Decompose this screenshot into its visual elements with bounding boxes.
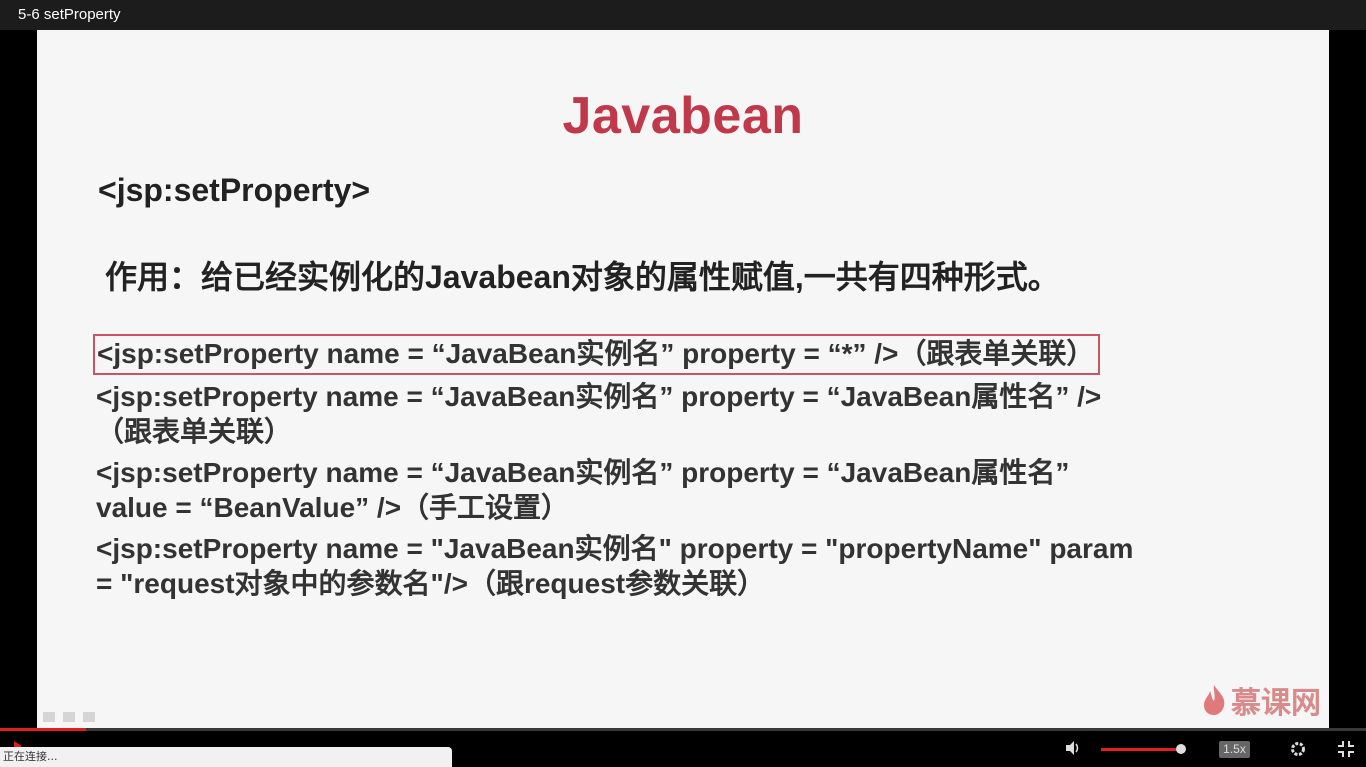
form-item-3: <jsp:setProperty name = “JavaBean实例名” pr… (96, 455, 1296, 525)
volume-knob[interactable] (1176, 744, 1187, 754)
form-4-line-2: = "request对象中的参数名"/>（跟request参数关联） (96, 568, 766, 599)
form-1-line-1: <jsp:setProperty name = “JavaBean实例名” pr… (97, 338, 1095, 369)
playback-speed-button[interactable]: 1.5x (1219, 741, 1250, 758)
gear-icon[interactable] (1289, 740, 1307, 758)
slide-purpose: 作用：给已经实例化的Javabean对象的属性赋值,一共有四种形式。 (105, 259, 1060, 295)
forms-list: <jsp:setProperty name = “JavaBean实例名” pr… (93, 334, 1296, 601)
form-item-4: <jsp:setProperty name = "JavaBean实例名" pr… (96, 531, 1296, 601)
slide-tool-icon (63, 712, 75, 722)
slide-title: Javabean (562, 87, 804, 145)
slide-heading: <jsp:setProperty> (98, 172, 371, 208)
window-titlebar: 5-6 setProperty (0, 0, 1366, 30)
form-item-1: <jsp:setProperty name = “JavaBean实例名” pr… (93, 334, 1101, 375)
slide-canvas: Javabean <jsp:setProperty> 作用：给已经实例化的Jav… (37, 30, 1329, 728)
volume-slider[interactable] (1101, 744, 1187, 754)
logo-text: 慕课网 (1231, 687, 1321, 720)
slide-tool-icon (43, 712, 55, 722)
slide-tools (43, 712, 95, 722)
flame-icon (1204, 685, 1225, 715)
form-item-2: <jsp:setProperty name = “JavaBean实例名” pr… (96, 379, 1296, 449)
video-title: 5-6 setProperty (18, 6, 121, 23)
imooc-logo: 慕课网 (1201, 678, 1321, 722)
form-3-line-1: <jsp:setProperty name = “JavaBean实例名” pr… (96, 457, 1070, 488)
form-2-line-1: <jsp:setProperty name = “JavaBean实例名” pr… (96, 381, 1102, 412)
exit-fullscreen-icon[interactable] (1337, 740, 1355, 758)
form-4-line-1: <jsp:setProperty name = "JavaBean实例名" pr… (96, 533, 1134, 564)
browser-status-bar: 正在连接... (0, 747, 452, 767)
volume-icon[interactable] (1064, 739, 1082, 757)
volume-fill (1101, 748, 1182, 751)
form-2-line-2: （跟表单关联） (96, 416, 293, 447)
form-3-line-2: value = “BeanValue” />（手工设置） (96, 492, 570, 523)
slide-tool-icon (83, 712, 95, 722)
